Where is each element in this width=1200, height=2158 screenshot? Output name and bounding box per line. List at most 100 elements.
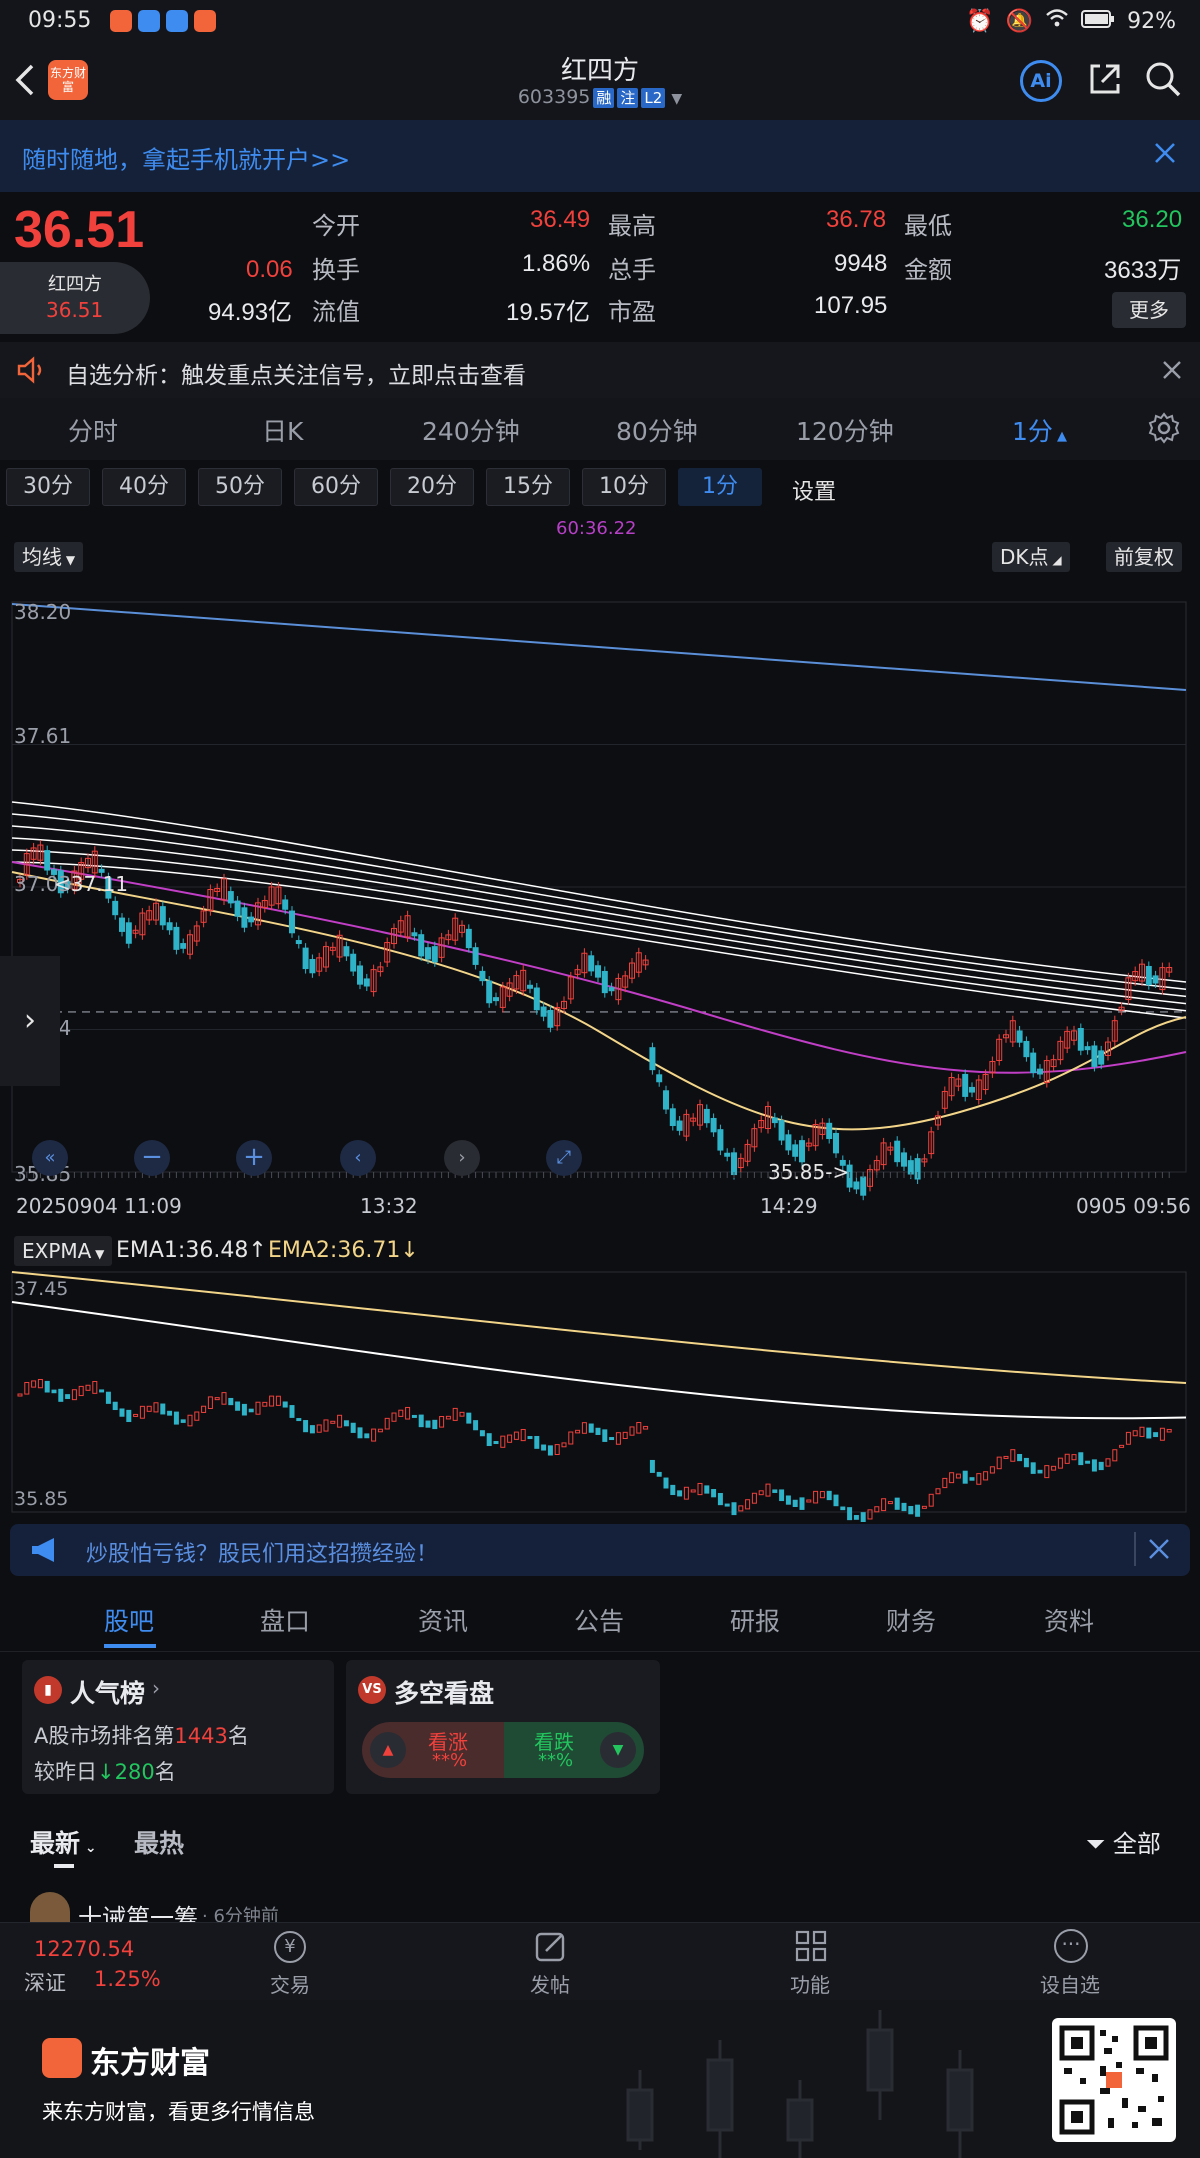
price-change: 0.06 [246,256,293,283]
expma-candle [724,1503,730,1507]
nav-post[interactable]: 发帖 [490,1923,610,2001]
bull-bear-card[interactable]: VS 多空看盘 ▲ 看涨 **% 看跌 **% ▼ [346,1660,660,1794]
grid-icon [794,1929,828,1967]
candle-body [465,928,472,949]
tab-latest[interactable]: 最新 ⌄ [30,1824,97,1860]
tab-30min[interactable]: 30分 [6,468,90,506]
tab-1min[interactable]: 1分 ▲ [1012,412,1067,448]
close-icon[interactable] [1154,142,1176,168]
expma-candle [908,1505,914,1515]
app-notification-icon [110,10,132,32]
triangle-down-icon: ▼ [600,1732,636,1768]
popularity-card[interactable]: ▮ 人气榜 › A股市场排名第1443名 较昨日↓280名 [22,1660,334,1794]
volume-label: 总手 [608,257,656,284]
expma-indicator-selector[interactable]: EXPMA ▼ [14,1236,113,1266]
tab-60min[interactable]: 60分 [294,468,378,506]
expma-candle [92,1380,98,1394]
expma-candle [1078,1452,1084,1466]
filter-button[interactable]: ⏷ 全部 [1086,1824,1161,1859]
expma-candle [350,1422,356,1433]
expma-candle [323,1419,329,1432]
scroll-left-icon[interactable]: « [32,1140,68,1176]
bull-button[interactable]: ▲ 看涨 **% [362,1722,518,1778]
candle-body [1098,1050,1105,1065]
pe-label: 市盈 [608,299,656,326]
tab-pankou[interactable]: 盘口 [260,1602,310,1638]
share-icon[interactable] [1086,60,1124,102]
expma-candle [1023,1457,1029,1468]
zoom-in-icon[interactable]: + [236,1140,272,1176]
next-icon[interactable]: › [444,1140,480,1176]
tab-research[interactable]: 研报 [730,1602,780,1638]
candle-body [241,907,248,928]
bottom-nav: 12270.54 深证 1.25% ¥ 交易 发帖 功能 ··· 设自选 [0,1922,1200,2000]
expma-candle [819,1491,825,1499]
search-icon[interactable] [1144,60,1182,102]
expma-candle [180,1419,186,1423]
candle-body [894,1140,901,1163]
tab-50min[interactable]: 50分 [198,468,282,506]
tab-announcement[interactable]: 公告 [574,1602,624,1638]
ma-line-white [11,837,1187,1005]
close-icon[interactable] [1148,1538,1170,1564]
tab-15min[interactable]: 15分 [486,468,570,506]
chart-area[interactable]: 均线 ▼ 60:36.22 DK点 ◢ 前复权 38.20 37.61 37.0… [0,512,1200,1522]
candle-body [1145,965,1152,986]
nav-functions[interactable]: 功能 [750,1923,870,2001]
zoom-out-icon[interactable]: − [134,1140,170,1176]
tab-80min[interactable]: 80分钟 [616,412,698,448]
tab-10min[interactable]: 10分 [582,468,666,506]
fullscreen-icon[interactable]: ⤢ [546,1140,582,1176]
close-icon[interactable] [1162,360,1182,384]
prev-icon[interactable]: ‹ [340,1140,376,1176]
expma-candle [126,1409,132,1423]
caret-up-icon: ▲ [1052,429,1068,444]
nav-trade[interactable]: ¥ 交易 [230,1923,350,2001]
tab-hottest[interactable]: 最热 [134,1824,184,1860]
expma-candle [881,1498,887,1512]
expma-candle [282,1401,288,1408]
tab-1min-pill[interactable]: 1分 [678,468,762,506]
side-panel-expand-icon[interactable]: › [0,956,60,1086]
bear-button[interactable]: 看跌 **% ▼ [504,1722,644,1778]
kline-chart[interactable] [0,512,1200,1522]
tab-profile[interactable]: 资料 [1044,1602,1094,1638]
open-account-banner[interactable]: 随时随地，拿起手机就开户>> [0,120,1200,192]
tab-240min[interactable]: 240分钟 [422,412,520,448]
expma-candle [309,1425,315,1434]
tab-guba[interactable]: 股吧 [104,1602,154,1638]
tab-news[interactable]: 资讯 [418,1602,468,1638]
stock-name-box[interactable]: 红四方 36.51 [0,262,150,334]
tab-finance[interactable]: 财务 [886,1602,936,1638]
expma-candle [622,1431,628,1440]
expma-candle [894,1497,900,1510]
expma-candle [235,1401,241,1411]
tab-120min[interactable]: 120分钟 [796,412,894,448]
market-cap: 94.93亿 [208,299,293,326]
y-tick: 35.85 [14,1488,69,1510]
nav-add-watchlist[interactable]: ··· 设自选 [1010,1923,1130,2001]
expma-candle [520,1428,526,1442]
avatar[interactable] [30,1892,70,1922]
tab-intraday[interactable]: 分时 [68,412,118,448]
expma-candle [330,1420,336,1424]
minute-settings[interactable]: 设置 [792,474,836,506]
stock-code-line[interactable]: 603395 融注 L2 ▼ [0,86,1200,108]
gear-icon[interactable] [1148,412,1180,448]
high-label: 最高 [608,213,656,240]
candle-body [1091,1045,1098,1067]
expma-candle [860,1512,866,1522]
ai-assistant-icon[interactable]: Ai [1020,60,1062,102]
expma-candle [507,1434,513,1443]
x-tick: 14:29 [760,1194,818,1218]
notice-bar[interactable]: 炒股怕亏钱？股民们用这招攒经验！ [10,1524,1190,1576]
analysis-bar[interactable]: 自选分析：触发重点关注信号，立即点击查看 [0,342,1200,398]
tab-40min[interactable]: 40分 [102,468,186,506]
tab-20min[interactable]: 20分 [390,468,474,506]
promo-footer[interactable]: 东方财富 来东方财富，看更多行情信息 [0,2000,1200,2158]
candle-body [125,922,132,944]
candle-body [479,970,486,982]
tab-daily-k[interactable]: 日K [262,412,303,448]
expma-candle [697,1482,703,1496]
more-button[interactable]: 更多 [1112,292,1186,328]
